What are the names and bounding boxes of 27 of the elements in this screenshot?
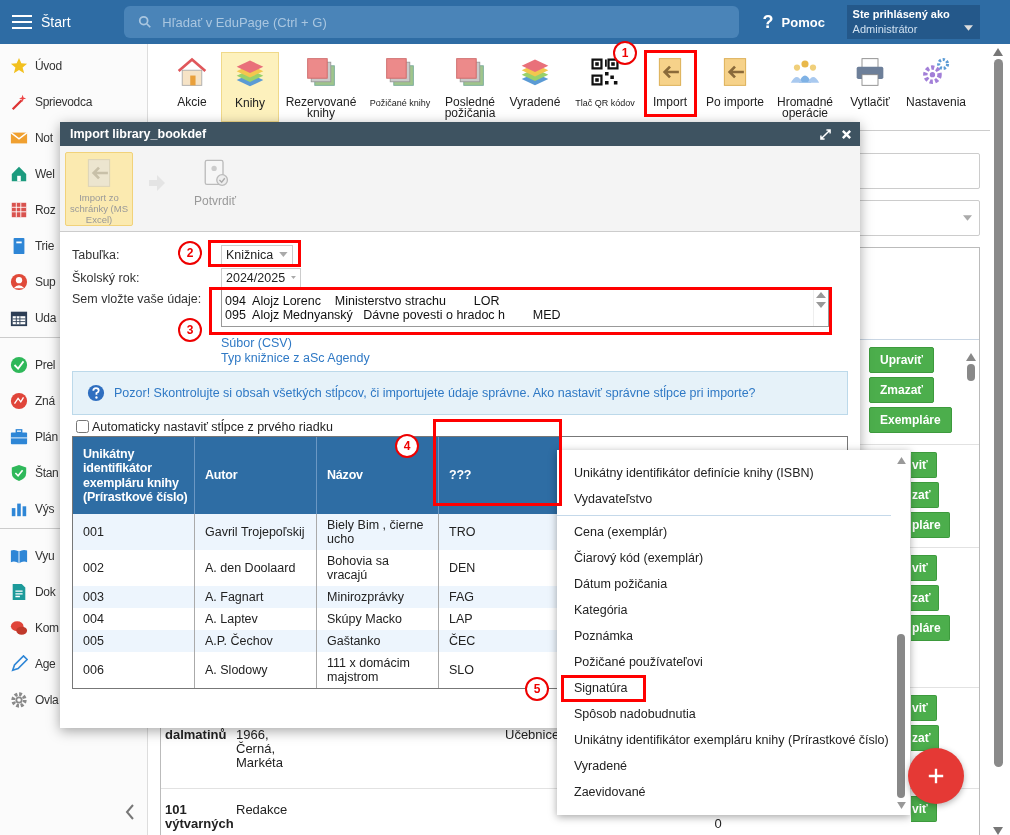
user-name: Administrátor <box>852 23 918 35</box>
user-caption: Ste prihlásený ako <box>852 8 950 20</box>
field-label: Školský rok: <box>72 270 140 285</box>
author-text: 1966, Černá, Markéta <box>236 728 283 770</box>
table-cell: Biely Bim , čierne ucho <box>316 514 439 550</box>
table-cell: Gavril Trojepoľskij <box>194 514 317 550</box>
table-cell: A.P. Čechov <box>194 630 317 652</box>
table-cell: A. Slodowy <box>194 652 317 688</box>
author-text: Redakce <box>236 803 288 819</box>
checkbox-label: Automaticky nastaviť stĺpce z prvého riadku <box>92 419 333 434</box>
table-cell: Minirozprávky <box>316 586 439 608</box>
table-cell: A. Fagnart <box>194 586 317 608</box>
step-number: 1 <box>613 41 637 65</box>
book-title: 101 výtvarných <box>165 803 234 831</box>
table-cell: 006 <box>73 652 195 688</box>
table-cell: 005 <box>73 630 195 652</box>
table-cell: 111 x domácim majstrom <box>316 652 439 688</box>
table-cell: 003 <box>73 586 195 608</box>
field-label: Sem vložte vaše údaje: <box>72 292 202 306</box>
book-title: dalmatinů <box>165 728 227 744</box>
count-text: 0 <box>714 817 722 831</box>
table-cell: 001 <box>73 514 195 550</box>
notice-text: Pozor! Skontrolujte si obsah všetkých stĺpcov, či importujete údaje správne. Ako nastaviť správne stĺpce pri importe? <box>114 386 756 400</box>
dialog-title: Import library_bookdef <box>70 127 208 141</box>
table-cell: Gaštanko <box>316 630 439 652</box>
type-text: Učebnice <box>505 728 560 744</box>
field-label: Tabuľka: <box>72 247 120 262</box>
